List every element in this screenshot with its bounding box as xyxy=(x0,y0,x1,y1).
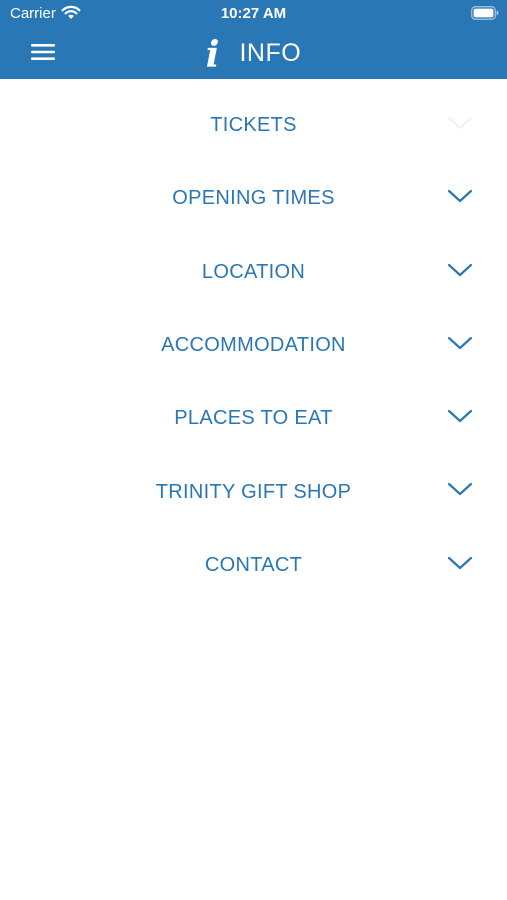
info-sections-list: TICKETS OPENING TIMES LOCATION ACCOMMODA… xyxy=(0,89,507,602)
section-label: LOCATION xyxy=(201,260,306,283)
nav-title-group: i INFO xyxy=(0,28,507,79)
chevron-down-icon[interactable] xyxy=(447,335,473,351)
section-label: TICKETS xyxy=(210,114,297,137)
chevron-down-icon[interactable] xyxy=(447,555,473,571)
status-time: 10:27 AM xyxy=(220,5,287,22)
page-title: INFO xyxy=(239,39,302,67)
battery-icon xyxy=(471,6,499,20)
chevron-down-icon[interactable] xyxy=(447,115,473,131)
section-row-trinity-gift-shop[interactable]: TRINITY GIFT SHOP xyxy=(0,455,507,528)
section-row-location[interactable]: LOCATION xyxy=(0,236,507,309)
app-header: Carrier 10:27 AM i INFO xyxy=(0,0,507,79)
section-row-tickets[interactable]: TICKETS xyxy=(0,89,507,162)
section-label: TRINITY GIFT SHOP xyxy=(155,480,352,503)
chevron-down-icon[interactable] xyxy=(447,408,473,424)
nav-bar: i INFO xyxy=(0,28,507,79)
section-label: ACCOMMODATION xyxy=(161,334,346,357)
chevron-down-icon[interactable] xyxy=(447,262,473,278)
chevron-down-icon[interactable] xyxy=(447,481,473,497)
section-label: CONTACT xyxy=(204,553,303,576)
section-row-contact[interactable]: CONTACT xyxy=(0,529,507,602)
section-row-accommodation[interactable]: ACCOMMODATION xyxy=(0,309,507,382)
status-bar: Carrier 10:27 AM xyxy=(0,0,507,28)
info-icon: i xyxy=(205,33,220,76)
chevron-down-icon[interactable] xyxy=(447,188,473,204)
section-row-opening-times[interactable]: OPENING TIMES xyxy=(0,162,507,235)
section-row-places-to-eat[interactable]: PLACES TO EAT xyxy=(0,382,507,455)
section-label: PLACES TO EAT xyxy=(174,407,333,430)
section-label: OPENING TIMES xyxy=(172,187,335,210)
